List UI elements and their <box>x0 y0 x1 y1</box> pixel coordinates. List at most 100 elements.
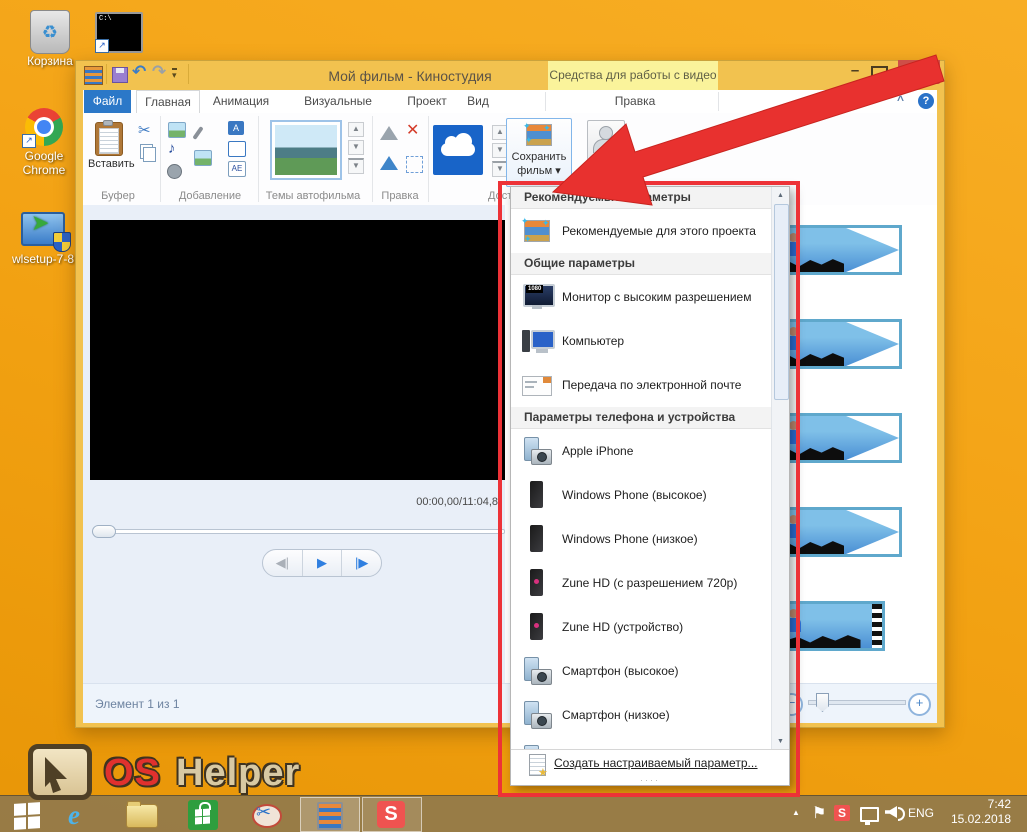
tab-edit[interactable]: Правка <box>580 90 690 113</box>
menu-item-windows-phone-low[interactable]: Windows Phone (низкое) <box>511 517 772 561</box>
tab-file[interactable]: Файл <box>84 90 131 113</box>
cut-icon[interactable]: ✂ <box>138 121 151 139</box>
save-movie-label-1: Сохранить <box>511 151 567 163</box>
help-icon[interactable]: ? <box>918 93 934 109</box>
menu-item-recommended[interactable]: ✦ ✦ ✦ Рекомендуемые для этого проекта <box>511 209 772 253</box>
maximize-button[interactable] <box>871 66 888 81</box>
file-explorer-button[interactable] <box>126 801 158 832</box>
sign-in-button[interactable] <box>587 120 625 160</box>
caption-icon[interactable] <box>228 141 246 157</box>
store-button[interactable] <box>188 800 218 830</box>
seek-bar[interactable] <box>95 529 505 534</box>
zune-icon <box>520 612 554 642</box>
credits-icon[interactable]: AЕ <box>228 161 246 177</box>
video-preview[interactable] <box>90 220 505 480</box>
wlsetup-shortcut[interactable]: ➤ wlsetup-7-8 <box>10 210 76 266</box>
zoom-in-button[interactable]: + <box>908 693 931 716</box>
action-center-flag-icon[interactable]: ⚑ <box>812 803 826 823</box>
start-button[interactable] <box>14 802 40 832</box>
theme-scroll-up-icon[interactable]: ▲ <box>348 122 364 137</box>
scissors-icon: ✂ <box>256 802 272 822</box>
dropdown-scrollbar[interactable]: ▲ ▼ <box>771 187 789 750</box>
onedrive-share-button[interactable] <box>433 125 483 175</box>
cmd-prompt-text: C:\ <box>99 15 112 23</box>
scrollbar-thumb[interactable] <box>774 204 789 400</box>
dropdown-arrow-icon: ▾ <box>555 165 561 177</box>
next-frame-button[interactable]: |▶ <box>342 550 381 576</box>
menu-item-zune-device[interactable]: Zune HD (устройство) <box>511 605 772 649</box>
remove-icon[interactable]: ✕ <box>406 120 419 140</box>
snapshot-icon[interactable] <box>194 150 212 166</box>
watermark-os-text: OS <box>104 752 161 794</box>
group-label-clipboard: Буфер <box>101 190 135 202</box>
tray-expand-icon[interactable]: ▲ <box>792 808 800 817</box>
playback-controls: ◀| ▶ |▶ <box>262 549 382 577</box>
scroll-up-icon[interactable]: ▲ <box>773 188 788 203</box>
screenshot-app-taskbar-button[interactable]: S <box>362 797 422 832</box>
tab-home[interactable]: Главная <box>136 90 200 113</box>
undo-icon[interactable]: ↶ <box>132 62 146 82</box>
menu-item-computer[interactable]: Компьютер <box>511 319 772 363</box>
scroll-down-icon[interactable]: ▼ <box>773 734 788 749</box>
theme-scroll-down-icon[interactable]: ▼ <box>348 140 364 155</box>
save-icon[interactable] <box>112 67 128 83</box>
dropdown-list: Рекомендуемые параметры ✦ ✦ ✦ Рекомендуемы… <box>511 187 772 750</box>
save-movie-icon: ✦ ✦ ✦ <box>523 121 552 146</box>
resize-grip[interactable]: ···· <box>511 776 789 785</box>
language-indicator[interactable]: ENG <box>908 806 934 820</box>
tab-project[interactable]: Проект <box>400 90 454 113</box>
minimize-button[interactable]: – <box>843 62 867 84</box>
previous-frame-button[interactable]: ◀| <box>263 550 303 576</box>
tab-animation[interactable]: Анимация <box>206 90 276 113</box>
rotate-left-icon[interactable] <box>380 126 398 140</box>
store-bag-icon <box>195 808 210 825</box>
person-icon <box>599 126 613 140</box>
seek-handle[interactable] <box>92 525 116 538</box>
menu-item-apple-iphone[interactable]: Apple iPhone <box>511 429 772 473</box>
close-button[interactable]: ✕ <box>898 60 940 84</box>
recycle-bin-icon: ♻ <box>30 10 70 54</box>
qat-customize-icon[interactable]: ▾ <box>172 68 177 80</box>
icon-label: wlsetup-7-8 <box>11 252 75 266</box>
group-label-add: Добавление <box>178 190 242 202</box>
menu-item-windows-phone-high[interactable]: Windows Phone (высокое) <box>511 473 772 517</box>
chrome-shortcut[interactable]: ↗ Google Chrome <box>8 108 80 177</box>
collapse-ribbon-icon[interactable]: ^ <box>897 93 904 107</box>
clock-time[interactable]: 7:42 <box>945 797 1011 811</box>
onedrive-cloud-icon <box>441 133 475 156</box>
menu-item-smartphone-low[interactable]: Смартфон (низкое) <box>511 693 772 737</box>
clock-date[interactable]: 15.02.2018 <box>935 812 1011 826</box>
tray-s-app-icon[interactable]: S <box>834 805 850 821</box>
menu-section-header: Рекомендуемые параметры <box>511 187 772 209</box>
email-icon <box>520 370 554 400</box>
menu-item-email[interactable]: Передача по электронной почте <box>511 363 772 407</box>
shortcut-arrow-icon: ↗ <box>95 39 109 53</box>
menu-item-create-custom[interactable]: ★ Создать настраиваемый параметр... <box>511 750 789 779</box>
automovie-theme-thumbnail[interactable] <box>270 120 342 180</box>
windows-logo-icon <box>14 802 40 830</box>
save-movie-button[interactable]: ✦ ✦ ✦ Сохранить фильм ▾ <box>506 118 572 187</box>
play-button[interactable]: ▶ <box>303 550 343 576</box>
snipping-tool-button[interactable]: ✂ <box>250 800 282 830</box>
rotate-right-icon[interactable] <box>380 156 398 170</box>
paste-button[interactable] <box>95 120 123 156</box>
menu-item-hd-monitor[interactable]: 1080 Монитор с высоким разрешением <box>511 275 772 319</box>
group-label-themes: Темы автофильма <box>265 190 361 202</box>
network-icon[interactable] <box>860 807 879 825</box>
menu-item-smartphone-high[interactable]: Смартфон (высокое) <box>511 649 772 693</box>
tab-view[interactable]: Вид <box>458 90 498 113</box>
smartphone-camera-icon <box>520 656 554 686</box>
add-video-photo-icon[interactable] <box>168 122 186 138</box>
zune-icon <box>520 568 554 598</box>
add-music-icon[interactable]: ♪ <box>168 140 176 157</box>
theme-more-icon[interactable]: ▼ <box>348 158 364 174</box>
movie-maker-taskbar-button[interactable] <box>300 797 360 832</box>
recycle-bin-shortcut[interactable]: ♻ Корзина <box>18 10 82 68</box>
title-icon[interactable]: A <box>228 121 244 135</box>
select-all-icon[interactable] <box>406 156 423 173</box>
redo-icon[interactable]: ↷ <box>152 62 166 82</box>
menu-item-zune-720p[interactable]: Zune HD (с разрешением 720p) <box>511 561 772 605</box>
webcam-icon[interactable] <box>167 164 182 179</box>
cmd-shortcut[interactable]: C:\ ↗ <box>95 12 143 53</box>
internet-explorer-button[interactable]: e <box>68 800 100 830</box>
